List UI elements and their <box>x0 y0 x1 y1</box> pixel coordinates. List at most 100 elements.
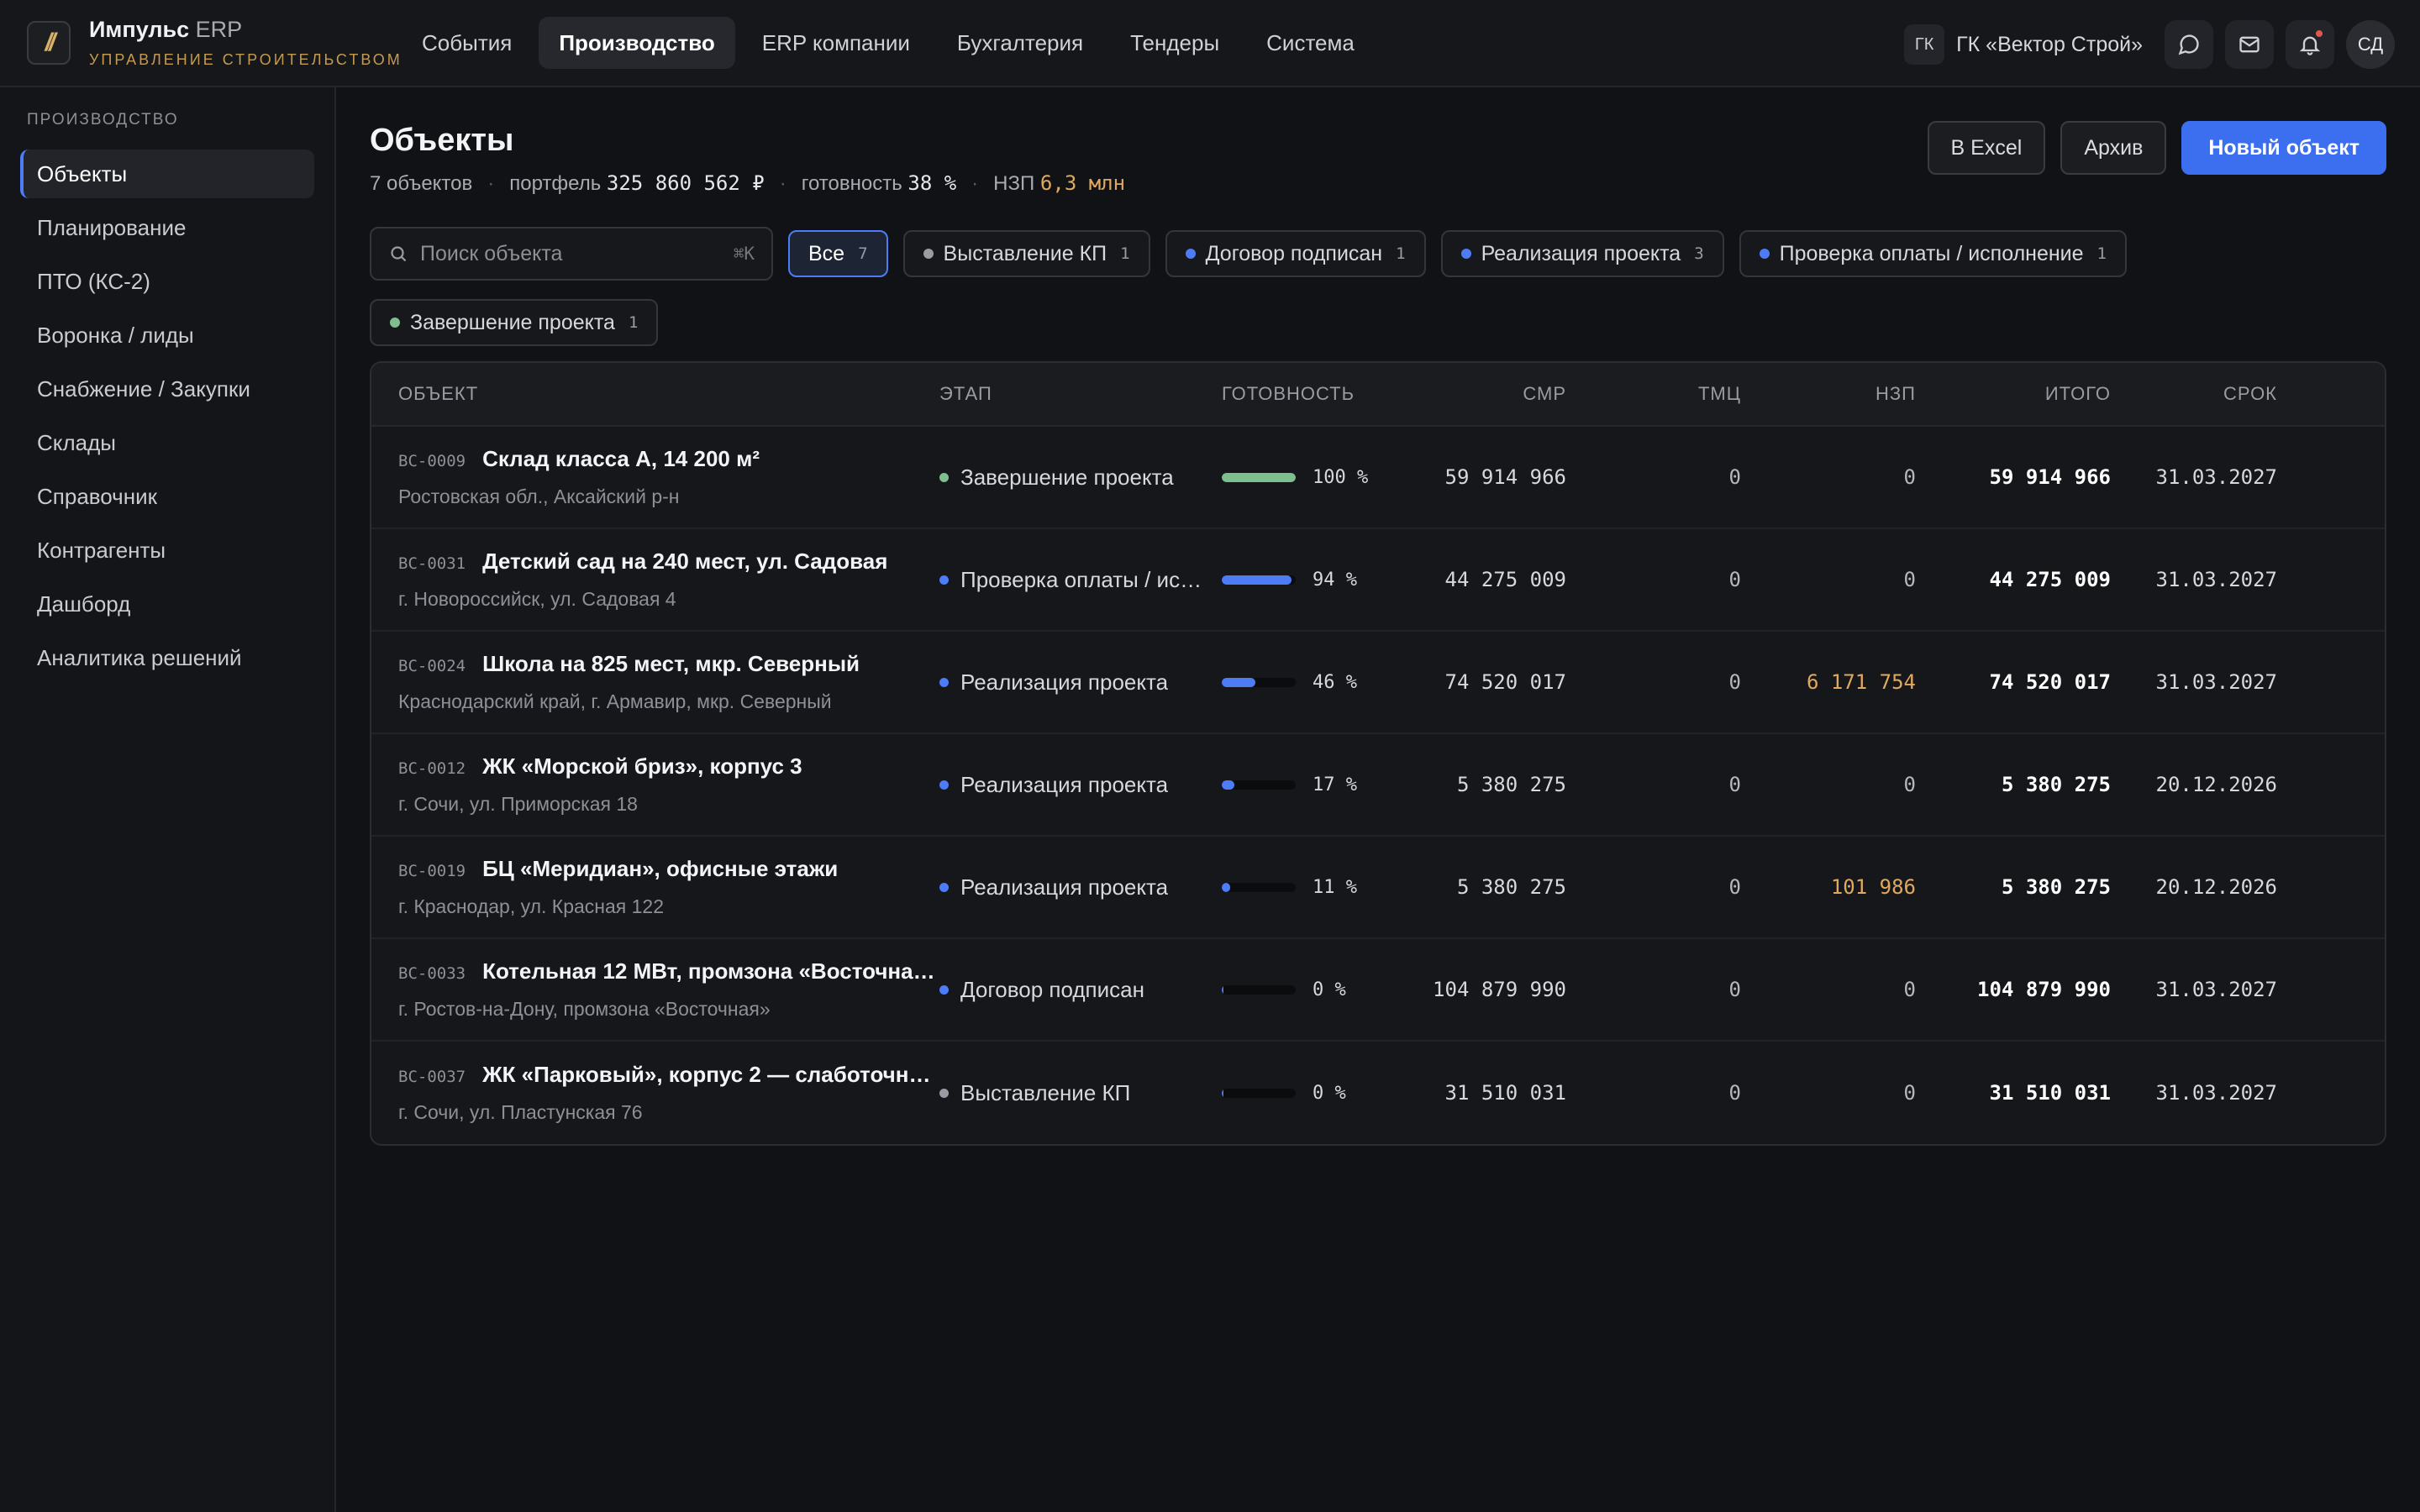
object-name[interactable]: Школа на 825 мест, мкр. Северный <box>482 651 860 677</box>
export-excel-button[interactable]: В Excel <box>1927 121 2046 175</box>
filter-chip-5[interactable]: Завершение проекта 1 <box>370 299 659 346</box>
smr-value: 104 879 990 <box>1433 978 1566 1001</box>
search-shortcut: ⌘K <box>733 244 755 264</box>
nav-item-1[interactable]: Производство <box>539 17 735 69</box>
sidebar-item-4[interactable]: Снабжение / Закупки <box>20 365 314 413</box>
sidebar-item-3[interactable]: Воронка / лиды <box>20 311 314 360</box>
column-header-due[interactable]: СРОК <box>2111 383 2277 405</box>
total-value: 5 380 275 <box>2001 875 2111 899</box>
notification-badge <box>2314 29 2324 39</box>
stage-dot <box>939 780 949 790</box>
table-row[interactable]: ВС-0009 Склад класса А, 14 200 м² Ростовск… <box>371 427 2385 529</box>
table-row[interactable]: ВС-0037 ЖК «Парковый», корпус 2 — слабото… <box>371 1042 2385 1144</box>
sidebar-section-title: ПРОИЗВОДСТВО <box>27 111 179 129</box>
object-name[interactable]: Склад класса А, 14 200 м² <box>482 446 760 472</box>
new-object-button[interactable]: Новый объект <box>2181 121 2386 175</box>
due-date: 20.12.2026 <box>2155 773 2278 796</box>
column-header-stage[interactable]: ЭТАП <box>939 383 1222 405</box>
progress-bar <box>1222 780 1296 790</box>
org-badge[interactable]: ГК <box>1904 24 1945 65</box>
filter-label: Выставление КП <box>943 241 1107 265</box>
sidebar-item-5[interactable]: Склады <box>20 418 314 467</box>
nav-item-5[interactable]: Система <box>1246 17 1375 69</box>
object-name[interactable]: Детский сад на 240 мест, ул. Садовая <box>482 549 887 575</box>
nav-item-4[interactable]: Тендеры <box>1110 17 1239 69</box>
progress-fill <box>1222 575 1292 585</box>
filter-count: 7 <box>858 244 868 263</box>
logo-icon[interactable]: // <box>27 21 71 65</box>
column-header-smr[interactable]: СМР <box>1386 383 1566 405</box>
tmc-value: 0 <box>1728 978 1741 1001</box>
object-name[interactable]: ЖК «Парковый», корпус 2 — слаботочные си… <box>482 1062 936 1088</box>
notifications-button[interactable] <box>2286 20 2334 69</box>
table-header: ОБЪЕКТ ЭТАП ГОТОВНОСТЬ СМР ТМЦ НЗП ИТОГО… <box>371 363 2385 427</box>
nav-item-3[interactable]: Бухгалтерия <box>937 17 1103 69</box>
object-address: Краснодарский край, г. Армавир, мкр. Сев… <box>398 690 832 712</box>
sidebar-item-2[interactable]: ПТО (КС-2) <box>20 257 314 306</box>
nav-item-0[interactable]: События <box>402 17 532 69</box>
column-header-nzp[interactable]: НЗП <box>1741 383 1916 405</box>
user-avatar[interactable]: СД <box>2346 20 2395 69</box>
object-heading: ВС-0037 ЖК «Парковый», корпус 2 — слабото… <box>398 1062 939 1088</box>
nzp-value: 0 <box>1903 465 1916 489</box>
column-header-readiness[interactable]: ГОТОВНОСТЬ <box>1222 383 1386 405</box>
stage-cell: Завершение проекта <box>939 465 1222 491</box>
object-name[interactable]: Котельная 12 МВт, промзона «Восточная» <box>482 958 936 984</box>
progress-fill <box>1222 677 1256 687</box>
search-input[interactable] <box>420 241 722 266</box>
column-header-total[interactable]: ИТОГО <box>1916 383 2111 405</box>
stage-dot <box>390 318 400 328</box>
table-row[interactable]: ВС-0031 Детский сад на 240 мест, ул. Садо… <box>371 529 2385 632</box>
object-cell: ВС-0009 Склад класса А, 14 200 м² Ростовск… <box>371 446 939 508</box>
object-name[interactable]: БЦ «Меридиан», офисные этажи <box>482 856 838 882</box>
sidebar-item-0[interactable]: Объекты <box>20 150 314 198</box>
tmc-value: 0 <box>1728 875 1741 899</box>
stage-dot <box>1759 249 1770 259</box>
table-row[interactable]: ВС-0012 ЖК «Морской бриз», корпус 3 г. Соч… <box>371 734 2385 837</box>
due-date: 20.12.2026 <box>2155 875 2278 899</box>
due-date: 31.03.2027 <box>2155 670 2278 694</box>
readiness-cell: 17 % <box>1222 774 1386 795</box>
tmc-value: 0 <box>1728 465 1741 489</box>
sidebar-item-9[interactable]: Аналитика решений <box>20 633 314 682</box>
sidebar-items: Объекты Планирование ПТО (КС-2) Воронка / л… <box>0 150 334 682</box>
object-heading: ВС-0024 Школа на 825 мест, мкр. Северный <box>398 651 939 677</box>
object-cell: ВС-0031 Детский сад на 240 мест, ул. Садо… <box>371 549 939 611</box>
nzp-value: 0 <box>1903 1081 1916 1105</box>
sidebar-item-8[interactable]: Дашборд <box>20 580 314 628</box>
chat-button[interactable] <box>2165 20 2213 69</box>
object-name[interactable]: ЖК «Морской бриз», корпус 3 <box>482 753 802 780</box>
progress-percent: 94 % <box>1313 569 1357 591</box>
readiness-cell: 0 % <box>1222 1083 1386 1104</box>
stage-dot <box>939 1088 949 1098</box>
filter-chip-1[interactable]: Выставление КП 1 <box>902 230 1150 277</box>
archive-button[interactable]: Архив <box>2060 121 2167 175</box>
filter-chip-2[interactable]: Договор подписан 1 <box>1165 230 1426 277</box>
progress-fill <box>1222 1088 1223 1098</box>
sidebar-item-1[interactable]: Планирование <box>20 203 314 252</box>
total-value: 104 879 990 <box>1977 978 2111 1001</box>
smr-value: 44 275 009 <box>1444 568 1567 591</box>
stage-dot <box>923 249 934 259</box>
stage-dot <box>939 472 949 482</box>
stage-dot <box>939 984 949 995</box>
table-row[interactable]: ВС-0033 Котельная 12 МВт, промзона «Восто… <box>371 939 2385 1042</box>
sidebar-item-6[interactable]: Справочник <box>20 472 314 521</box>
search-icon <box>391 246 407 262</box>
chat-icon <box>2178 34 2199 55</box>
search-box[interactable]: ⌘K <box>370 227 773 281</box>
nav-item-2[interactable]: ERP компании <box>742 17 930 69</box>
column-header-tmc[interactable]: ТМЦ <box>1566 383 1741 405</box>
table-row[interactable]: ВС-0024 Школа на 825 мест, мкр. Северный К… <box>371 632 2385 734</box>
stage-label: Завершение проекта <box>960 464 1174 490</box>
mail-button[interactable] <box>2225 20 2274 69</box>
table-row[interactable]: ВС-0019 БЦ «Меридиан», офисные этажи г. Кр… <box>371 837 2385 939</box>
filter-chip-3[interactable]: Реализация проекта 3 <box>1440 230 1724 277</box>
filter-chip-0[interactable]: Все 7 <box>788 230 888 277</box>
smr-value: 5 380 275 <box>1456 875 1566 899</box>
filter-chip-4[interactable]: Проверка оплаты / исполнение 1 <box>1739 230 2127 277</box>
column-header-object[interactable]: ОБЪЕКТ <box>371 383 939 405</box>
org-switcher[interactable]: ГК «Вектор Строй» <box>1956 33 2143 57</box>
sidebar-item-7[interactable]: Контрагенты <box>20 526 314 575</box>
progress-bar <box>1222 677 1296 687</box>
